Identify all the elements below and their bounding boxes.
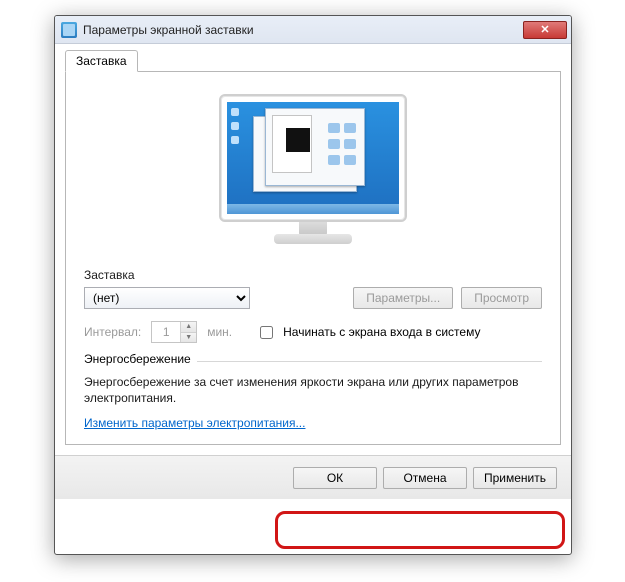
- desktop-icon: [231, 136, 239, 144]
- titlebar[interactable]: Параметры экранной заставки ✕: [55, 16, 571, 44]
- wait-value: [152, 322, 180, 342]
- desktop-icon: [231, 122, 239, 130]
- power-options-link[interactable]: Изменить параметры электропитания...: [84, 416, 305, 430]
- screensaver-select-row: (нет) Параметры... Просмотр: [84, 287, 542, 309]
- preview-button: Просмотр: [461, 287, 542, 309]
- annotation-highlight: [275, 511, 565, 549]
- wait-unit: мин.: [207, 325, 232, 339]
- tab-panel: Заставка (нет) Параметры... Просмотр Инт…: [65, 71, 561, 445]
- chevron-down-icon[interactable]: ▼: [181, 333, 196, 343]
- preview-blob: [328, 123, 340, 133]
- monitor-screen: [227, 102, 399, 214]
- power-text: Энергосбережение за счет изменения яркос…: [84, 374, 542, 406]
- screensaver-label: Заставка: [84, 268, 542, 282]
- apply-button[interactable]: Применить: [473, 467, 557, 489]
- preview-taskbar: [227, 204, 399, 214]
- power-section: Энергосбережение Энергосбережение за сче…: [84, 361, 542, 430]
- chevron-up-icon[interactable]: ▲: [181, 322, 196, 333]
- close-icon: ✕: [540, 23, 549, 36]
- monitor-preview: [219, 94, 407, 254]
- tabstrip: Заставка: [65, 50, 561, 72]
- preview-blob: [344, 155, 356, 165]
- screensaver-dialog: Параметры экранной заставки ✕ Заставка: [54, 15, 572, 555]
- window-title: Параметры экранной заставки: [83, 23, 523, 37]
- settings-button: Параметры...: [353, 287, 453, 309]
- tab-label: Заставка: [76, 54, 127, 68]
- preview-inner-panel: [272, 115, 312, 173]
- wait-spinner[interactable]: ▲ ▼: [151, 321, 197, 343]
- cancel-button[interactable]: Отмена: [383, 467, 467, 489]
- close-button[interactable]: ✕: [523, 21, 567, 39]
- preview-window: [265, 108, 365, 186]
- screensaver-icon: [61, 22, 77, 38]
- preview-blob: [328, 139, 340, 149]
- wait-spin-buttons: ▲ ▼: [180, 322, 196, 342]
- screensaver-select[interactable]: (нет): [84, 287, 250, 309]
- preview-blob: [328, 155, 340, 165]
- desktop-icon: [231, 108, 239, 116]
- ok-button[interactable]: ОК: [293, 467, 377, 489]
- preview-blob: [344, 123, 356, 133]
- preview-black-thumb: [286, 128, 310, 152]
- dialog-footer: ОК Отмена Применить: [55, 455, 571, 499]
- dialog-body: Заставка: [55, 44, 571, 455]
- wait-label: Интервал:: [84, 325, 141, 339]
- preview-area: [84, 88, 542, 268]
- power-legend: Энергосбережение: [84, 352, 197, 366]
- monitor-bezel: [219, 94, 407, 222]
- tab-screensaver[interactable]: Заставка: [65, 50, 138, 72]
- preview-blob: [344, 139, 356, 149]
- monitor-base: [274, 234, 352, 244]
- wait-row: Интервал: ▲ ▼ мин. Начинать с экрана вхо…: [84, 321, 542, 343]
- resume-checkbox-label: Начинать с экрана входа в систему: [283, 325, 480, 339]
- resume-checkbox[interactable]: [260, 326, 273, 339]
